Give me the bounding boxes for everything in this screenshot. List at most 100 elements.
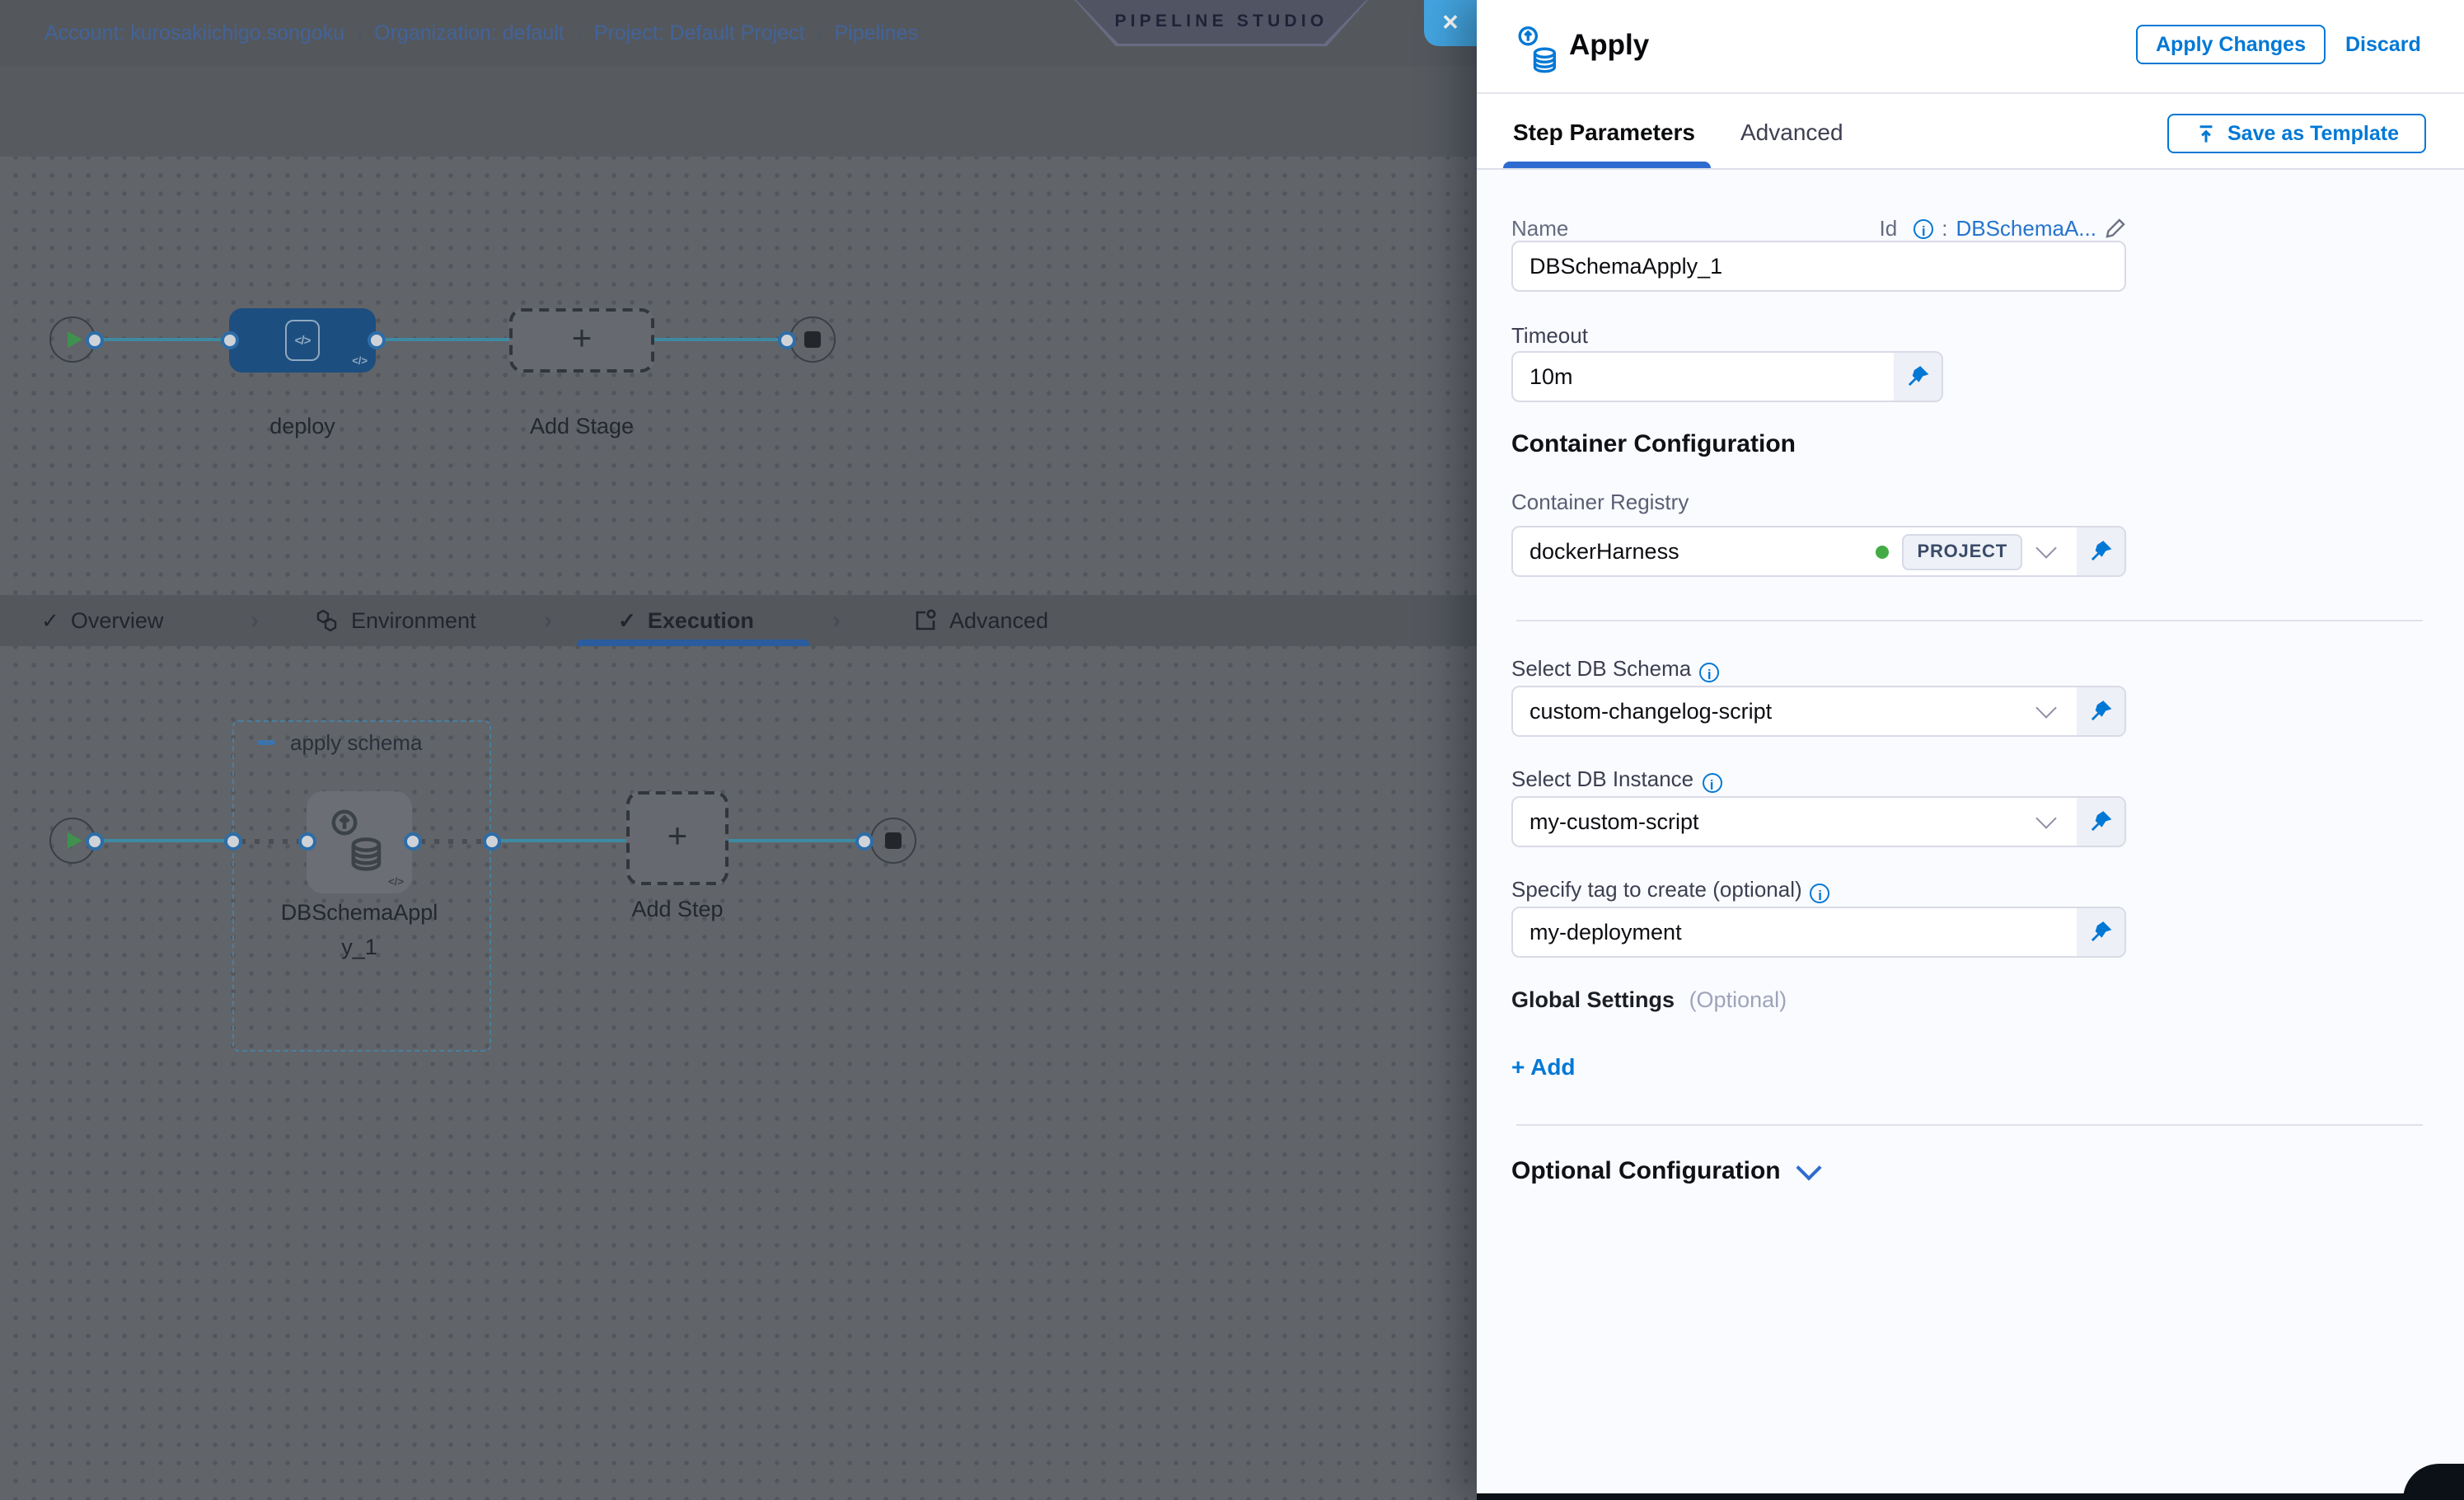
info-icon[interactable]: i: [1914, 218, 1933, 238]
optional-configuration-row[interactable]: Optional Configuration: [1511, 1157, 1819, 1185]
edit-id-icon[interactable]: [2105, 218, 2126, 239]
pin-icon: [2088, 539, 2113, 564]
start-port: [86, 330, 104, 349]
db-schema-apply-icon: [330, 808, 389, 877]
connector-line: [653, 338, 781, 342]
pin-input-type-button[interactable]: [2077, 908, 2124, 956]
tab-separator-icon: ›: [544, 595, 552, 646]
chevron-down-icon[interactable]: [2035, 537, 2056, 558]
tab-advanced[interactable]: Advanced: [913, 595, 1048, 646]
plus-icon: +: [572, 319, 593, 359]
close-drawer-button[interactable]: ✕: [1424, 0, 1477, 46]
tag-value: my-deployment: [1513, 920, 2077, 945]
tab-environment[interactable]: Environment: [315, 595, 476, 646]
drawer-title: Apply: [1569, 28, 1649, 63]
name-label: Name: [1511, 216, 1568, 241]
connector-line: [727, 839, 857, 843]
tab-environment-label: Environment: [351, 608, 476, 633]
group-out-port: [482, 832, 500, 850]
breadcrumb-account[interactable]: Account: kurosakiichigo.songoku: [45, 21, 344, 45]
save-as-template-button[interactable]: Save as Template: [2167, 114, 2426, 153]
db-schema-select[interactable]: custom-changelog-script: [1511, 686, 2126, 737]
db-instance-label: Select DB Instance i: [1511, 766, 1722, 793]
stage-label[interactable]: deploy: [229, 414, 376, 438]
container-registry-selector[interactable]: dockerHarness PROJECT: [1511, 526, 2126, 577]
add-stage-label[interactable]: Add Stage: [499, 414, 664, 438]
top-header: Account: kurosakiichigo.songoku › Organiza…: [0, 0, 1477, 66]
breadcrumb-project[interactable]: Project: Default Project: [594, 21, 805, 45]
tab-advanced-drawer[interactable]: Advanced: [1740, 119, 1843, 145]
dotted-connector: [241, 838, 302, 843]
tab-execution-label: Execution: [648, 608, 754, 633]
tab-separator-icon: ›: [832, 595, 841, 646]
end-port: [778, 330, 796, 349]
id-value[interactable]: DBSchemaA...: [1956, 216, 2096, 241]
pin-input-type-button[interactable]: [1894, 353, 1942, 401]
db-schema-label-text: Select DB Schema: [1511, 656, 1691, 681]
stage-node-deploy[interactable]: </> </>: [229, 308, 376, 373]
chevron-down-icon[interactable]: [1796, 1154, 1822, 1179]
breadcrumb-separator: ›: [817, 21, 823, 45]
check-icon: ✓: [618, 607, 636, 634]
pipeline-title-row: custom-changelog-script VISUAL YAML: [0, 66, 1477, 157]
pin-input-type-button[interactable]: [2077, 687, 2124, 735]
pin-input-type-button[interactable]: [2077, 527, 2124, 575]
tag-label: Specify tag to create (optional)i: [1511, 877, 1830, 903]
bottom-dark-corner: [2403, 1464, 2464, 1500]
start-port: [86, 832, 104, 850]
chevron-down-icon[interactable]: [2035, 697, 2056, 718]
pin-input-type-button[interactable]: [2077, 798, 2124, 846]
active-tab-underline: [577, 640, 809, 646]
play-icon: [68, 832, 82, 849]
add-stage-button[interactable]: +: [509, 308, 654, 373]
pipeline-editor-region: Account: kurosakiichigo.songoku › Organiza…: [0, 0, 1477, 1500]
tab-step-parameters[interactable]: Step Parameters: [1513, 119, 1695, 145]
add-step-label[interactable]: Add Step: [608, 897, 747, 921]
step-group-header[interactable]: apply schema: [257, 730, 422, 755]
name-input[interactable]: DBSchemaApply_1: [1511, 241, 2126, 292]
execution-end-node: [870, 818, 916, 864]
tab-overview[interactable]: ✓ Overview: [41, 595, 163, 646]
breadcrumb-pipelines[interactable]: Pipelines: [835, 21, 918, 45]
section-divider: [1516, 1124, 2423, 1126]
section-divider: [1516, 620, 2423, 621]
bottom-dark-strip: [1477, 1493, 2464, 1500]
step-node-dbschemaapply[interactable]: </>: [307, 791, 412, 893]
template-upload-icon: [2195, 123, 2216, 144]
stop-icon: [885, 832, 902, 849]
step-in-port: [297, 832, 316, 850]
info-icon[interactable]: i: [1699, 663, 1719, 682]
apply-step-icon: [1516, 25, 1562, 77]
active-tab-underline: [1503, 161, 1711, 168]
deploy-in-port: [220, 330, 238, 349]
tab-execution[interactable]: ✓ Execution: [618, 595, 754, 646]
timeout-input[interactable]: 10m: [1511, 351, 1943, 402]
info-icon[interactable]: i: [1811, 884, 1830, 903]
pipeline-studio-screen: Account: kurosakiichigo.songoku › Organiza…: [0, 0, 2464, 1500]
db-instance-select[interactable]: my-custom-script: [1511, 796, 2126, 847]
db-instance-label-text: Select DB Instance: [1511, 766, 1693, 791]
connector-line: [99, 839, 232, 843]
optional-configuration-label: Optional Configuration: [1511, 1157, 1781, 1185]
step-label-line2[interactable]: y_1: [264, 935, 455, 959]
add-global-setting-button[interactable]: + Add: [1511, 1053, 1576, 1080]
drawer-header: Apply Apply Changes Discard: [1477, 0, 2464, 94]
tag-input[interactable]: my-deployment: [1511, 907, 2126, 958]
breadcrumb-organization[interactable]: Organization: default: [374, 21, 564, 45]
container-registry-label: Container Registry: [1511, 490, 1689, 514]
timeout-value: 10m: [1513, 364, 1894, 389]
execution-canvas: apply schema: [0, 646, 1477, 1500]
discard-button[interactable]: Discard: [2345, 25, 2421, 64]
tab-overview-label: Overview: [71, 608, 164, 633]
tab-separator-icon: ›: [251, 595, 259, 646]
add-step-button[interactable]: +: [626, 791, 728, 885]
chevron-down-icon[interactable]: [2035, 808, 2056, 828]
connector-line: [99, 338, 231, 342]
info-icon[interactable]: i: [1702, 773, 1722, 793]
step-label-line1[interactable]: DBSchemaAppl: [264, 900, 455, 925]
container-registry-value: dockerHarness: [1513, 539, 1876, 564]
plus-icon: +: [668, 817, 688, 856]
environment-icon: [315, 608, 340, 633]
collapse-group-icon[interactable]: [257, 740, 275, 745]
apply-changes-button[interactable]: Apply Changes: [2136, 25, 2326, 64]
